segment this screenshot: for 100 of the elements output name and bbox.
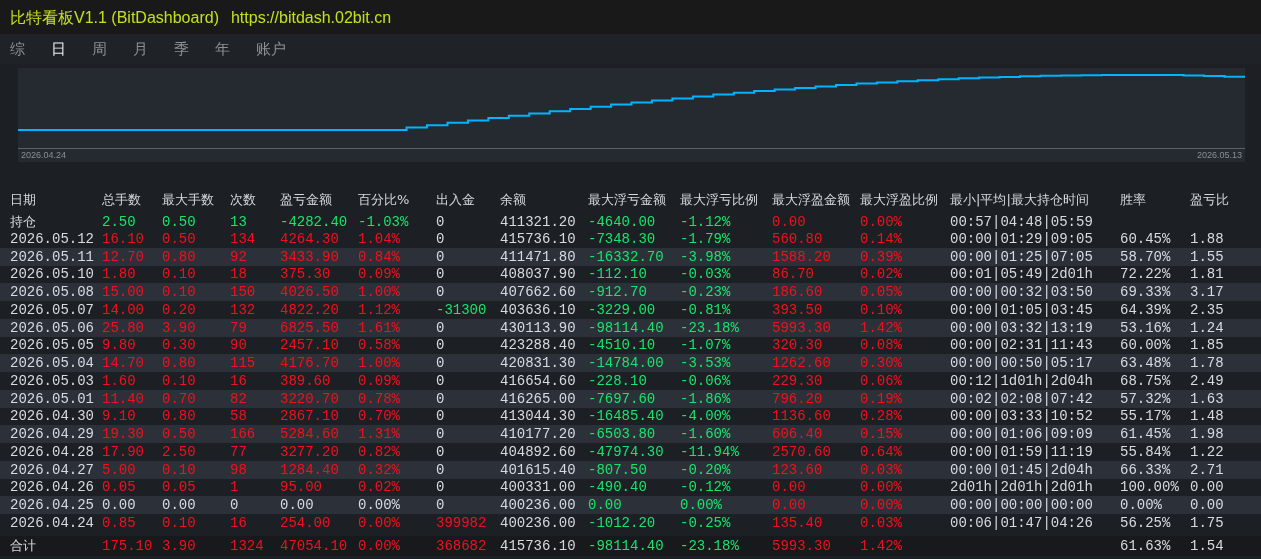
table-cell: 0.00% [358, 537, 400, 554]
table-cell: 0 [436, 266, 445, 283]
table-cell: -807.50 [588, 461, 647, 478]
table-cell: 3433.90 [280, 248, 339, 265]
table-cell: 1.85 [1190, 337, 1224, 354]
table-cell: 403636.10 [500, 301, 576, 318]
table-cell: 1.61% [358, 319, 400, 336]
table-cell: 175.10 [102, 537, 153, 554]
table-cell: 0.80 [162, 248, 196, 265]
table-cell: 0.78% [358, 390, 400, 407]
table-cell: 0 [436, 372, 445, 389]
table-cell: 4264.30 [280, 230, 339, 247]
table-cell: 0 [436, 230, 445, 247]
table-cell: 00:00|00:32|03:50 [950, 284, 1093, 301]
table-cell: 0.00% [358, 497, 400, 514]
table-cell: 115 [230, 355, 256, 372]
period-tab[interactable]: 周 [90, 37, 109, 61]
table-cell: 25.80 [102, 319, 144, 336]
column-header: 最大浮亏比例 [680, 191, 759, 209]
column-header: 余额 [500, 191, 527, 209]
table-cell: 0.10 [162, 461, 196, 478]
table-cell: 1.48 [1190, 408, 1224, 425]
table-cell: 423288.40 [500, 337, 576, 354]
table-cell: 368682 [436, 537, 487, 554]
table-cell: 60.45% [1120, 230, 1171, 247]
table-cell: 399982 [436, 514, 487, 531]
table-cell: 00:00|01:06|09:09 [950, 426, 1093, 443]
table-cell: 375.30 [280, 266, 331, 283]
table-cell: 95.00 [280, 479, 322, 496]
table-cell: 2026.05.10 [10, 266, 94, 283]
table-cell: 持仓 [10, 214, 36, 229]
table-cell: 415736.10 [500, 537, 576, 554]
table-cell: -98114.40 [588, 319, 664, 336]
table-cell: 0 [436, 355, 445, 372]
table-cell: 1.98 [1190, 426, 1224, 443]
column-header: 总手数 [102, 191, 142, 209]
table-cell: 47054.10 [280, 537, 348, 554]
table-cell: 400236.00 [500, 497, 576, 514]
table-cell: 2457.10 [280, 337, 339, 354]
period-tab[interactable]: 账户 [254, 37, 288, 61]
website-link[interactable]: https://bitdash.02bit.cn [230, 9, 392, 27]
table-cell: 1.22 [1190, 443, 1224, 460]
table-cell: 0.00% [860, 497, 902, 514]
table-cell: 1.78 [1190, 355, 1224, 372]
table-cell: 2026.05.06 [10, 319, 94, 336]
table-cell: 16.10 [102, 230, 144, 247]
table-cell: 393.50 [772, 301, 823, 318]
table-cell: 416654.60 [500, 372, 576, 389]
period-tab[interactable]: 综 [8, 37, 27, 61]
table-cell: 13 [230, 214, 247, 230]
table-cell: 98 [230, 461, 247, 478]
table-cell: -112.10 [588, 266, 647, 283]
table-cell: 0.80 [162, 355, 196, 372]
table-cell: 00:02|02:08|07:42 [950, 390, 1093, 407]
table-cell: 123.60 [772, 461, 823, 478]
table-cell: 410177.20 [500, 426, 576, 443]
table-cell: 400331.00 [500, 479, 576, 496]
table-cell: 4822.20 [280, 301, 339, 318]
period-tab[interactable]: 年 [213, 37, 232, 61]
table-cell: 0.82% [358, 443, 400, 460]
table-cell: 2026.05.08 [10, 284, 94, 301]
table-cell: 1136.60 [772, 408, 831, 425]
table-cell: 0.10% [860, 301, 902, 318]
period-tab[interactable]: 季 [172, 37, 191, 61]
table-cell: -14784.00 [588, 355, 664, 372]
column-header: 盈亏金额 [280, 191, 333, 209]
table-cell: 1.42% [860, 537, 902, 554]
table-cell: 407662.60 [500, 284, 576, 301]
table-cell: 0.84% [358, 248, 400, 265]
table-cell: -6503.80 [588, 426, 656, 443]
table-cell: 0.80 [162, 408, 196, 425]
table-cell: 0.02% [860, 266, 902, 283]
app-title: 比特看板V1.1 (BitDashboard) [10, 7, 219, 28]
table-cell: 00:00|01:59|11:19 [950, 443, 1093, 460]
table-cell: -7697.60 [588, 390, 656, 407]
table-cell: -98114.40 [588, 537, 664, 554]
table-cell: 0.03% [860, 461, 902, 478]
table-cell: 0.14% [860, 230, 902, 247]
table-cell: 2.50 [102, 214, 136, 230]
period-tab[interactable]: 日 [49, 37, 68, 61]
table-cell: 0.50 [162, 230, 196, 247]
table-cell: 2867.10 [280, 408, 339, 425]
table-cell: -3.53% [680, 355, 731, 372]
table-cell: 0.00% [1120, 497, 1162, 514]
table-cell: 0.00 [588, 497, 622, 514]
table-cell: 2026.05.04 [10, 355, 94, 372]
table-cell: 0.09% [358, 266, 400, 283]
table-cell: 4026.50 [280, 284, 339, 301]
table-cell: 0.00% [358, 514, 400, 531]
column-header: 次数 [230, 191, 257, 209]
table-cell: 1.00% [358, 284, 400, 301]
table-cell: 0.32% [358, 461, 400, 478]
table-cell: 430113.90 [500, 319, 576, 336]
table-cell: 2.35 [1190, 301, 1224, 318]
period-tab[interactable]: 月 [131, 37, 150, 61]
table-cell: 92 [230, 248, 247, 265]
table-cell: 0.00 [1190, 497, 1224, 514]
table-cell: 416265.00 [500, 390, 576, 407]
table-cell: -0.12% [680, 479, 731, 496]
table-cell: 0.00 [1190, 479, 1224, 496]
